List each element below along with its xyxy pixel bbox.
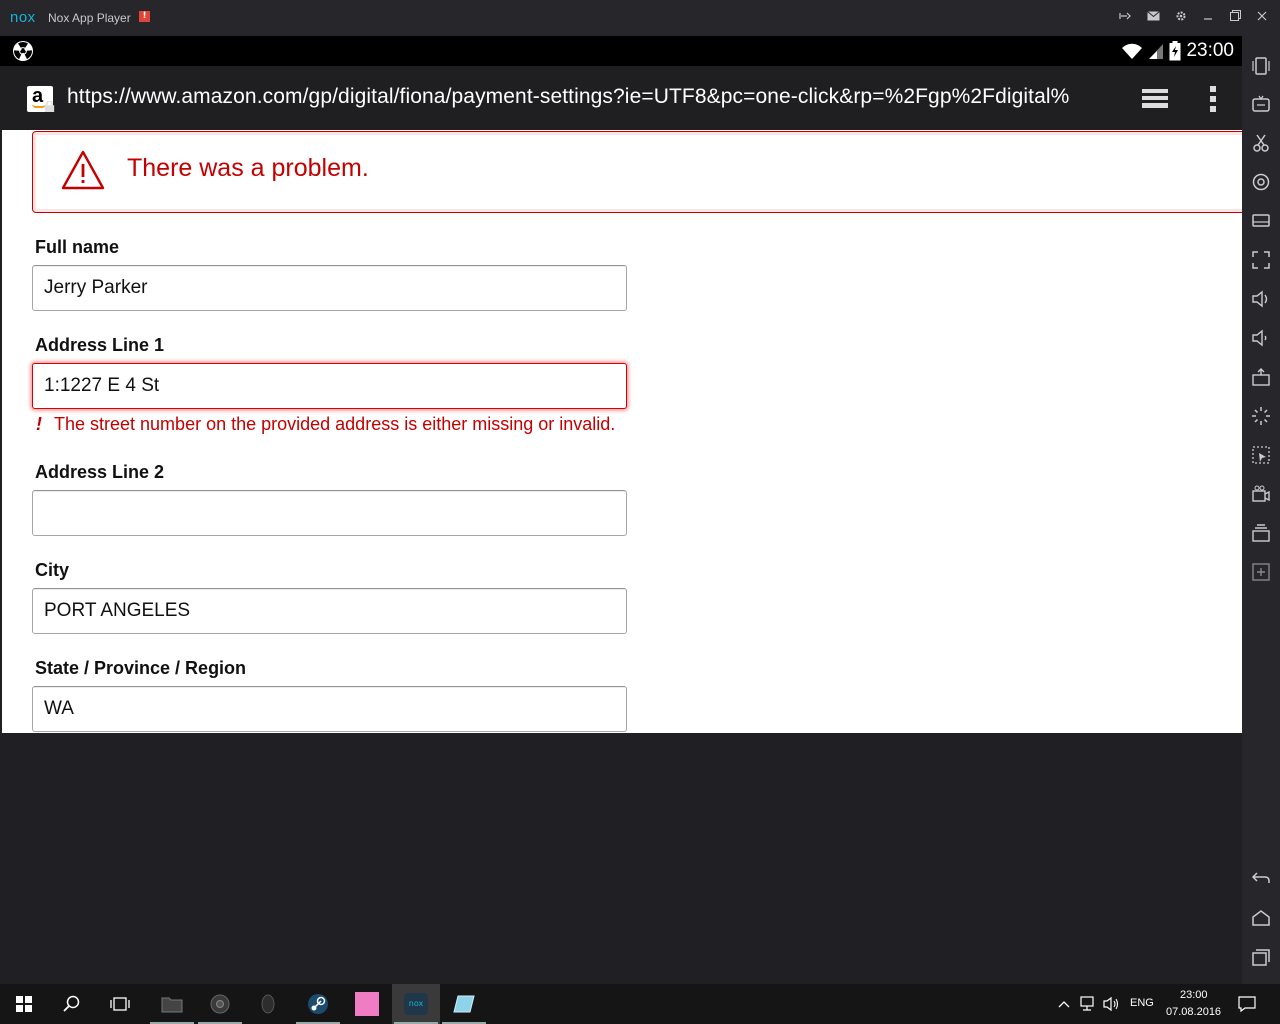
network-icon[interactable] xyxy=(1080,996,1098,1012)
screen-icon[interactable] xyxy=(1251,211,1271,231)
add-icon[interactable] xyxy=(1251,562,1271,582)
full-name-input[interactable]: Jerry Parker xyxy=(32,265,627,311)
nox-app-icon: nox xyxy=(404,993,428,1015)
close-icon[interactable] xyxy=(1254,10,1270,26)
minimize-icon[interactable] xyxy=(1200,10,1216,26)
location-icon[interactable] xyxy=(1251,172,1271,192)
steam-icon xyxy=(308,994,328,1014)
recent-apps-icon[interactable] xyxy=(1251,947,1271,967)
error-alert-box: There was a problem. xyxy=(32,131,1242,213)
search-icon xyxy=(63,995,80,1012)
window-title-bar: nox Nox App Player ! xyxy=(0,0,1280,36)
windows-logo-icon xyxy=(16,996,32,1012)
app-icon xyxy=(261,994,275,1014)
home-icon[interactable] xyxy=(1251,908,1271,928)
language-indicator[interactable]: ENG xyxy=(1130,997,1154,1009)
address-line-1-label: Address Line 1 xyxy=(35,335,165,355)
alert-message: There was a problem. xyxy=(127,154,369,182)
radiation-notification-icon xyxy=(13,41,33,61)
tray-chevron-up-icon[interactable] xyxy=(1058,999,1070,1009)
search-button[interactable] xyxy=(48,984,96,1024)
overflow-menu-icon[interactable] xyxy=(1204,84,1222,114)
folder-icon xyxy=(161,997,183,1013)
taskbar-nox[interactable]: nox xyxy=(392,984,440,1024)
scissors-screenshot-icon[interactable] xyxy=(1251,133,1271,153)
city-label: City xyxy=(35,560,70,580)
task-view-button[interactable] xyxy=(96,984,144,1024)
address-line-2-label: Address Line 2 xyxy=(35,462,165,482)
full-name-label: Full name xyxy=(35,237,120,257)
back-icon[interactable] xyxy=(1251,868,1271,888)
video-record-icon[interactable] xyxy=(1251,484,1271,504)
warning-badge-icon[interactable]: ! xyxy=(139,11,150,22)
signal-icon xyxy=(1149,44,1164,59)
address-line-1-error: ! The street number on the provided addre… xyxy=(36,414,615,435)
notes-icon xyxy=(453,995,475,1013)
start-button[interactable] xyxy=(0,984,48,1024)
city-value: PORT ANGELES xyxy=(44,600,191,621)
nox-sidebar xyxy=(1242,36,1280,984)
action-center-icon[interactable] xyxy=(1238,995,1256,1013)
address-line-1-value: 1:1227 E 4 St xyxy=(44,375,160,396)
address-line-1-error-text: The street number on the provided addres… xyxy=(54,414,616,434)
pink-app-icon xyxy=(355,992,379,1016)
fullscreen-icon[interactable] xyxy=(1251,250,1271,270)
apk-install-icon[interactable] xyxy=(1251,367,1271,387)
taskbar-steam[interactable] xyxy=(294,984,342,1024)
taskbar-app[interactable] xyxy=(244,984,292,1024)
battery-charging-icon xyxy=(1169,41,1181,61)
window-title: Nox App Player xyxy=(48,11,131,25)
url-text[interactable]: https://www.amazon.com/gp/digital/fiona/… xyxy=(67,85,1117,113)
android-status-bar: 23:00 xyxy=(0,36,1242,66)
speaker-icon[interactable] xyxy=(1103,996,1121,1012)
browser-url-bar: a https://www.amazon.com/gp/digital/fion… xyxy=(0,66,1242,130)
taskbar-clock-date[interactable]: 07.08.2016 xyxy=(1166,1006,1221,1018)
nox-logo: nox xyxy=(10,9,36,26)
state-label: State / Province / Region xyxy=(35,658,247,678)
taskbar-clock-time[interactable]: 23:00 xyxy=(1180,989,1208,1001)
taskbar-file-explorer[interactable] xyxy=(148,984,196,1024)
shake-phone-icon[interactable] xyxy=(1251,56,1271,76)
loading-spinner-icon[interactable] xyxy=(1251,406,1271,426)
address-line-1-input[interactable]: 1:1227 E 4 St xyxy=(32,363,627,409)
macro-record-icon[interactable] xyxy=(1251,445,1271,465)
keyboard-mapping-icon[interactable] xyxy=(1251,94,1271,114)
windows-taskbar: nox ENG 23:00 07.08.2016 xyxy=(0,984,1280,1024)
wifi-icon xyxy=(1122,43,1143,59)
full-name-value: Jerry Parker xyxy=(44,277,148,298)
status-clock: 23:00 xyxy=(1186,40,1234,61)
pin-icon[interactable] xyxy=(1117,10,1133,26)
task-view-icon xyxy=(110,997,130,1011)
taskbar-notes[interactable] xyxy=(440,984,488,1024)
restore-icon[interactable] xyxy=(1227,10,1243,26)
error-exclamation-icon: ! xyxy=(36,414,42,434)
web-content: There was a problem. Full name Jerry Par… xyxy=(2,130,1242,733)
tabs-stack-icon[interactable] xyxy=(1140,86,1170,110)
volume-down-icon[interactable] xyxy=(1251,328,1271,348)
state-value: WA xyxy=(44,698,74,719)
taskbar-chrome[interactable] xyxy=(196,984,244,1024)
volume-up-icon[interactable] xyxy=(1251,289,1271,309)
settings-gear-icon[interactable] xyxy=(1173,10,1189,26)
city-input[interactable]: PORT ANGELES xyxy=(32,588,627,634)
mail-icon[interactable] xyxy=(1145,10,1161,26)
lock-icon xyxy=(44,101,55,112)
warning-triangle-icon xyxy=(61,150,105,190)
multi-instance-icon[interactable] xyxy=(1251,523,1271,543)
address-line-2-input[interactable] xyxy=(32,490,627,536)
chrome-icon xyxy=(210,994,230,1014)
state-input[interactable]: WA xyxy=(32,686,627,732)
taskbar-pink-app[interactable] xyxy=(343,984,391,1024)
